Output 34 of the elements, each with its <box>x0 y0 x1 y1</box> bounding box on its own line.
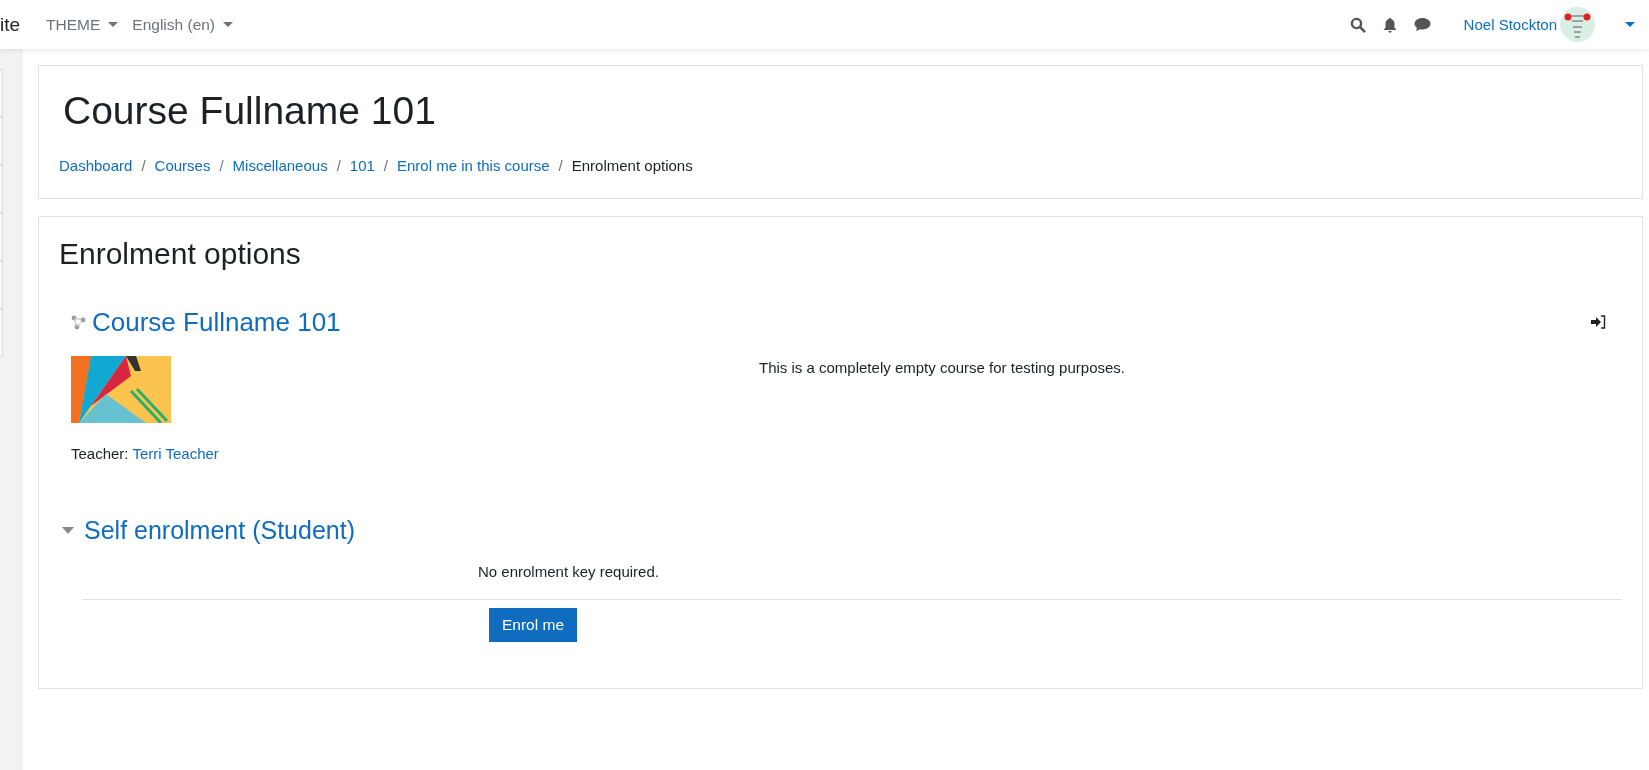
login-icon[interactable] <box>1591 315 1606 330</box>
breadcrumb-link[interactable]: 101 <box>349 156 375 174</box>
course-title-link[interactable]: Course Fullname 101 <box>92 306 341 338</box>
course-description: This is a completely empty course for testing purposes. <box>759 358 1125 378</box>
enrol-button[interactable]: Enrol me <box>489 607 578 642</box>
site-name[interactable]: ite <box>0 13 21 36</box>
teacher-line: Teacher: Terri Teacher <box>71 444 220 462</box>
avatar-icon[interactable] <box>1560 7 1595 42</box>
breadcrumb-link[interactable]: Dashboard <box>59 156 133 174</box>
user-name[interactable]: Noel Stockton <box>1463 16 1557 33</box>
caret-icon <box>108 22 119 27</box>
course-icon <box>71 314 86 330</box>
bell-icon[interactable] <box>1382 16 1397 33</box>
teacher-link[interactable]: Terri Teacher <box>132 444 219 462</box>
enrolment-note: No enrolment key required. <box>478 562 660 580</box>
breadcrumb-separator: / <box>336 156 341 174</box>
caret-icon[interactable] <box>1625 22 1635 27</box>
breadcrumb-link[interactable]: Enrol me in this course <box>397 156 550 174</box>
section-heading: Enrolment options <box>59 236 302 271</box>
chat-icon[interactable] <box>1413 17 1431 32</box>
breadcrumb-separator: / <box>383 156 388 174</box>
breadcrumb-separator: / <box>219 156 224 174</box>
breadcrumb-separator: / <box>558 156 563 174</box>
dropdown-menu[interactable]: English (en) <box>132 15 234 34</box>
page-title: Course Fullname 101 <box>63 90 437 133</box>
enrolment-method-link[interactable]: Self enrolment (Student) <box>84 515 355 545</box>
search-icon[interactable] <box>1349 16 1366 33</box>
dropdown-menu[interactable]: THEME <box>46 15 119 34</box>
breadcrumb-link[interactable]: Miscellaneous <box>232 156 328 174</box>
breadcrumb-current: Enrolment options <box>571 156 693 174</box>
breadcrumb-link[interactable]: Courses <box>154 156 211 174</box>
caret-icon <box>223 22 234 27</box>
breadcrumb-separator: / <box>141 156 146 174</box>
collapse-caret-icon[interactable] <box>62 526 74 534</box>
